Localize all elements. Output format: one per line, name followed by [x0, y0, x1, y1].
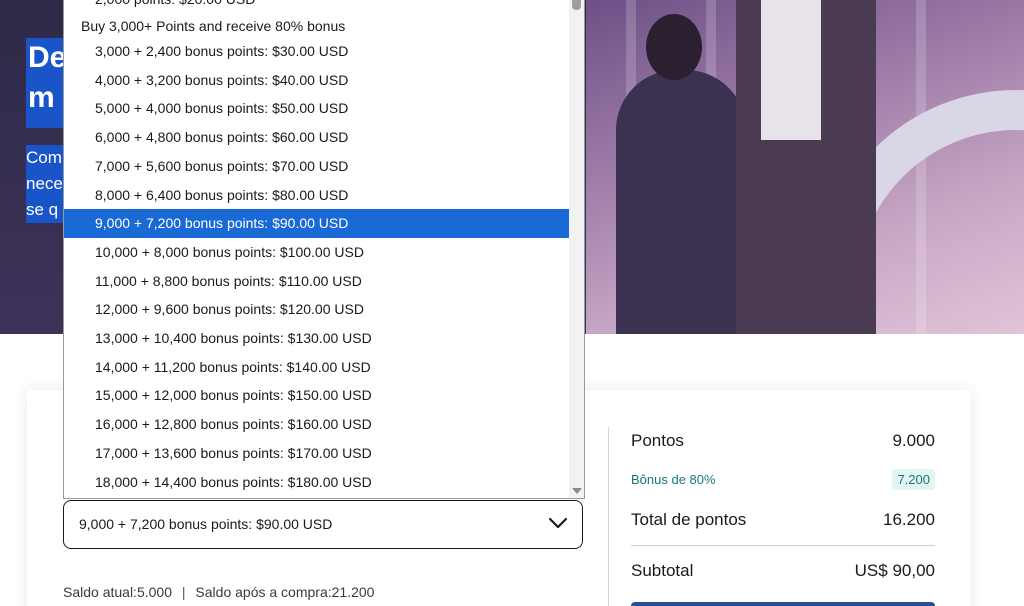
- card-divider: [608, 427, 609, 606]
- bonus-label: Bônus de 80%: [631, 472, 716, 487]
- points-value: 9.000: [892, 431, 935, 450]
- summary-divider: [631, 545, 935, 546]
- balance-separator: |: [181, 584, 186, 600]
- dropdown-option[interactable]: 4,000 + 3,200 bonus points: $40.00 USD: [64, 66, 569, 95]
- dropdown-option[interactable]: 11,000 + 8,800 bonus points: $110.00 USD: [64, 267, 569, 296]
- balance-after-value: 21.200: [331, 584, 375, 600]
- dropdown-option[interactable]: 13,000 + 10,400 bonus points: $130.00 US…: [64, 324, 569, 353]
- bonus-value-badge: 7.200: [892, 469, 935, 490]
- dropdown-option[interactable]: 10,000 + 8,000 bonus points: $100.00 USD: [64, 238, 569, 267]
- points-dropdown-list: 2,000 points: $20.00 USD Buy 3,000+ Poin…: [63, 0, 585, 499]
- dropdown-option[interactable]: 7,000 + 5,600 bonus points: $70.00 USD: [64, 152, 569, 181]
- scrollbar-thumb[interactable]: [572, 0, 581, 10]
- select-value: 9,000 + 7,200 bonus points: $90.00 USD: [79, 516, 333, 532]
- dropdown-option[interactable]: 15,000 + 12,000 bonus points: $150.00 US…: [64, 381, 569, 410]
- hero-title: De m: [26, 38, 68, 128]
- subtotal-value: US$ 90,00: [854, 561, 935, 580]
- balance-current-value: 5.000: [136, 584, 172, 600]
- buy-button[interactable]: [631, 602, 935, 606]
- scroll-down-arrow-icon[interactable]: [572, 488, 582, 494]
- total-value: 16.200: [883, 510, 935, 529]
- dropdown-option[interactable]: 16,000 + 12,800 bonus points: $160.00 US…: [64, 410, 569, 439]
- dropdown-option[interactable]: 3,000 + 2,400 bonus points: $30.00 USD: [64, 37, 569, 66]
- dropdown-option-selected[interactable]: 9,000 + 7,200 bonus points: $90.00 USD: [64, 209, 569, 239]
- page: De m Com nece se q 9,000 + 7,200 bonus p…: [0, 0, 1024, 606]
- hero-description: Com nece se q: [26, 145, 66, 225]
- dropdown-option[interactable]: 17,000 + 13,600 bonus points: $170.00 US…: [64, 439, 569, 468]
- subtotal-label: Subtotal: [631, 561, 694, 580]
- balance-current-label: Saldo atual:: [63, 584, 137, 600]
- dropdown-option[interactable]: 5,000 + 4,000 bonus points: $50.00 USD: [64, 94, 569, 123]
- total-label: Total de pontos: [631, 510, 747, 529]
- hero-image: [586, 0, 1024, 334]
- balance-info: Saldo atual:5.000 | Saldo após a compra:…: [63, 584, 374, 600]
- points-label: Pontos: [631, 431, 684, 450]
- chevron-down-icon: [548, 517, 568, 529]
- dropdown-option[interactable]: 6,000 + 4,800 bonus points: $60.00 USD: [64, 123, 569, 152]
- dropdown-option[interactable]: 12,000 + 9,600 bonus points: $120.00 USD: [64, 295, 569, 324]
- points-package-select[interactable]: 9,000 + 7,200 bonus points: $90.00 USD: [63, 500, 583, 549]
- balance-after-label: Saldo após a compra:: [195, 584, 332, 600]
- dropdown-option[interactable]: 18,000 + 14,400 bonus points: $180.00 US…: [64, 468, 569, 497]
- dropdown-scrollbar[interactable]: [569, 0, 584, 498]
- dropdown-option[interactable]: 8,000 + 6,400 bonus points: $80.00 USD: [64, 181, 569, 210]
- dropdown-option[interactable]: 14,000 + 11,200 bonus points: $140.00 US…: [64, 353, 569, 382]
